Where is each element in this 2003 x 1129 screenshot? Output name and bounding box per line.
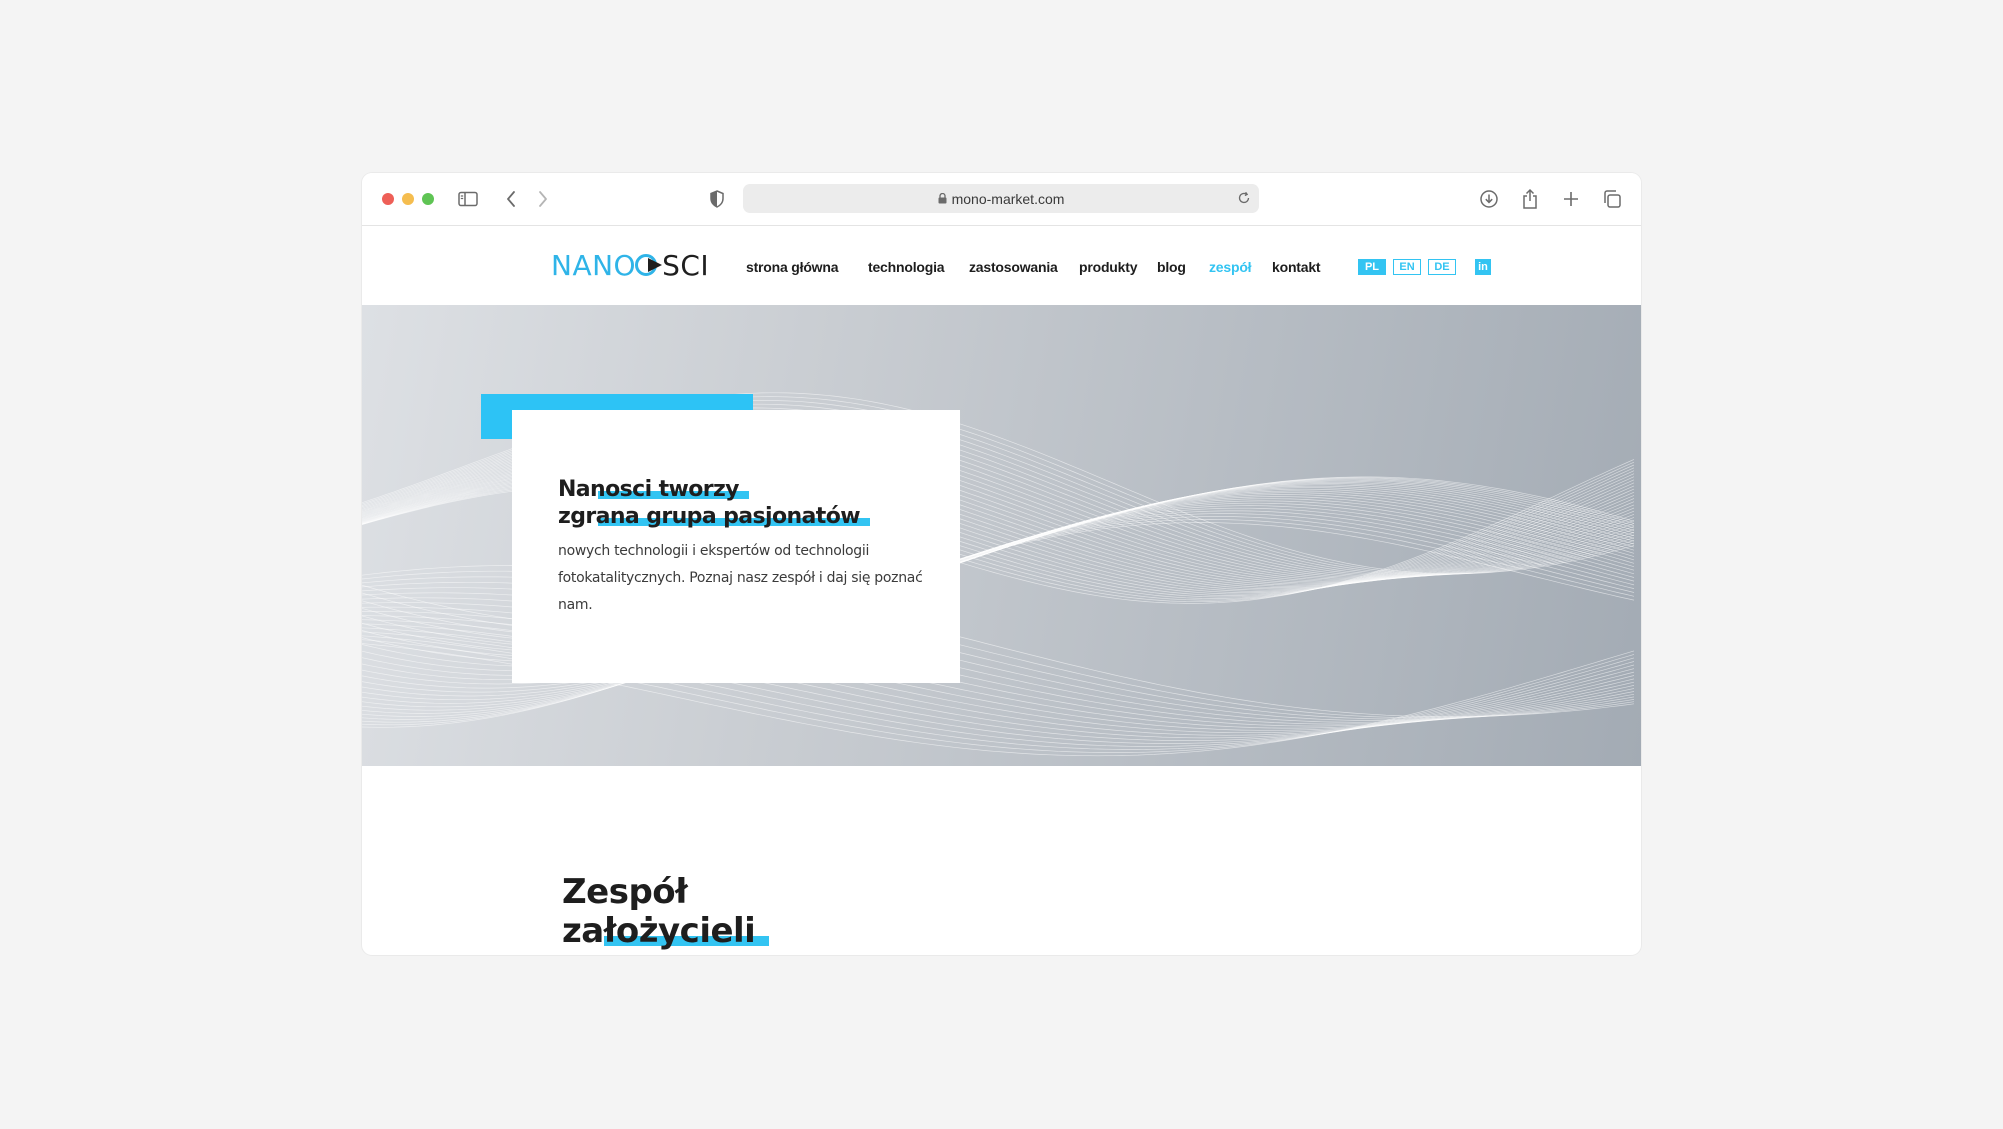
browser-toolbar: mono-market.com [362, 173, 1641, 226]
browser-window: mono-market.com NANO SCI strona główna t… [362, 173, 1641, 955]
section-title: Zespół założycieli [562, 872, 770, 951]
logo-text-sci: SCI [662, 248, 710, 282]
hero-title: Nanosci tworzy zgrana grupa pasjonatów [558, 476, 870, 530]
logo-eye-icon [635, 254, 663, 276]
lock-icon [938, 193, 947, 204]
nav-item-team[interactable]: zespół [1209, 259, 1252, 275]
reload-icon[interactable] [1237, 191, 1251, 205]
site-logo[interactable]: NANO SCI [551, 248, 709, 282]
nav-item-contact[interactable]: kontakt [1272, 259, 1321, 275]
nav-item-blog[interactable]: blog [1157, 259, 1186, 275]
hero-banner: Nanosci tworzy zgrana grupa pasjonatów n… [362, 305, 1641, 766]
minimize-window-button[interactable] [402, 193, 414, 205]
section-title-line1: Zespół [562, 872, 688, 912]
tabs-overview-icon[interactable] [1598, 185, 1626, 213]
share-icon[interactable] [1516, 185, 1544, 213]
url-text: mono-market.com [951, 190, 1065, 207]
section-title-line2: założycieli [562, 912, 770, 951]
lang-pl-button[interactable]: PL [1358, 259, 1386, 275]
nav-item-home[interactable]: strona główna [746, 259, 838, 275]
nav-item-technology[interactable]: technologia [868, 259, 945, 275]
shield-icon[interactable] [703, 185, 731, 213]
nav-item-products[interactable]: produkty [1079, 259, 1137, 275]
nav-item-applications[interactable]: zastosowania [969, 259, 1058, 275]
chevron-left-icon[interactable] [497, 185, 525, 213]
hero-description: nowych technologii i ekspertów od techno… [558, 543, 923, 613]
hero-card: Nanosci tworzy zgrana grupa pasjonatów n… [512, 410, 960, 683]
lang-de-button[interactable]: DE [1428, 259, 1456, 275]
site-header: NANO SCI strona główna technologia zasto… [362, 226, 1641, 305]
close-window-button[interactable] [382, 193, 394, 205]
logo-text-nano: NANO [551, 248, 637, 282]
linkedin-icon[interactable]: in [1475, 259, 1491, 275]
maximize-window-button[interactable] [422, 193, 434, 205]
chevron-right-icon[interactable] [529, 185, 557, 213]
download-icon[interactable] [1475, 185, 1503, 213]
hero-title-line2: zgrana grupa pasjonatów [558, 503, 870, 530]
lang-en-button[interactable]: EN [1393, 259, 1421, 275]
hero-title-line1: Nanosci tworzy [558, 476, 749, 503]
address-bar[interactable]: mono-market.com [743, 184, 1259, 213]
plus-icon[interactable] [1557, 185, 1585, 213]
sidebar-icon[interactable] [454, 185, 482, 213]
